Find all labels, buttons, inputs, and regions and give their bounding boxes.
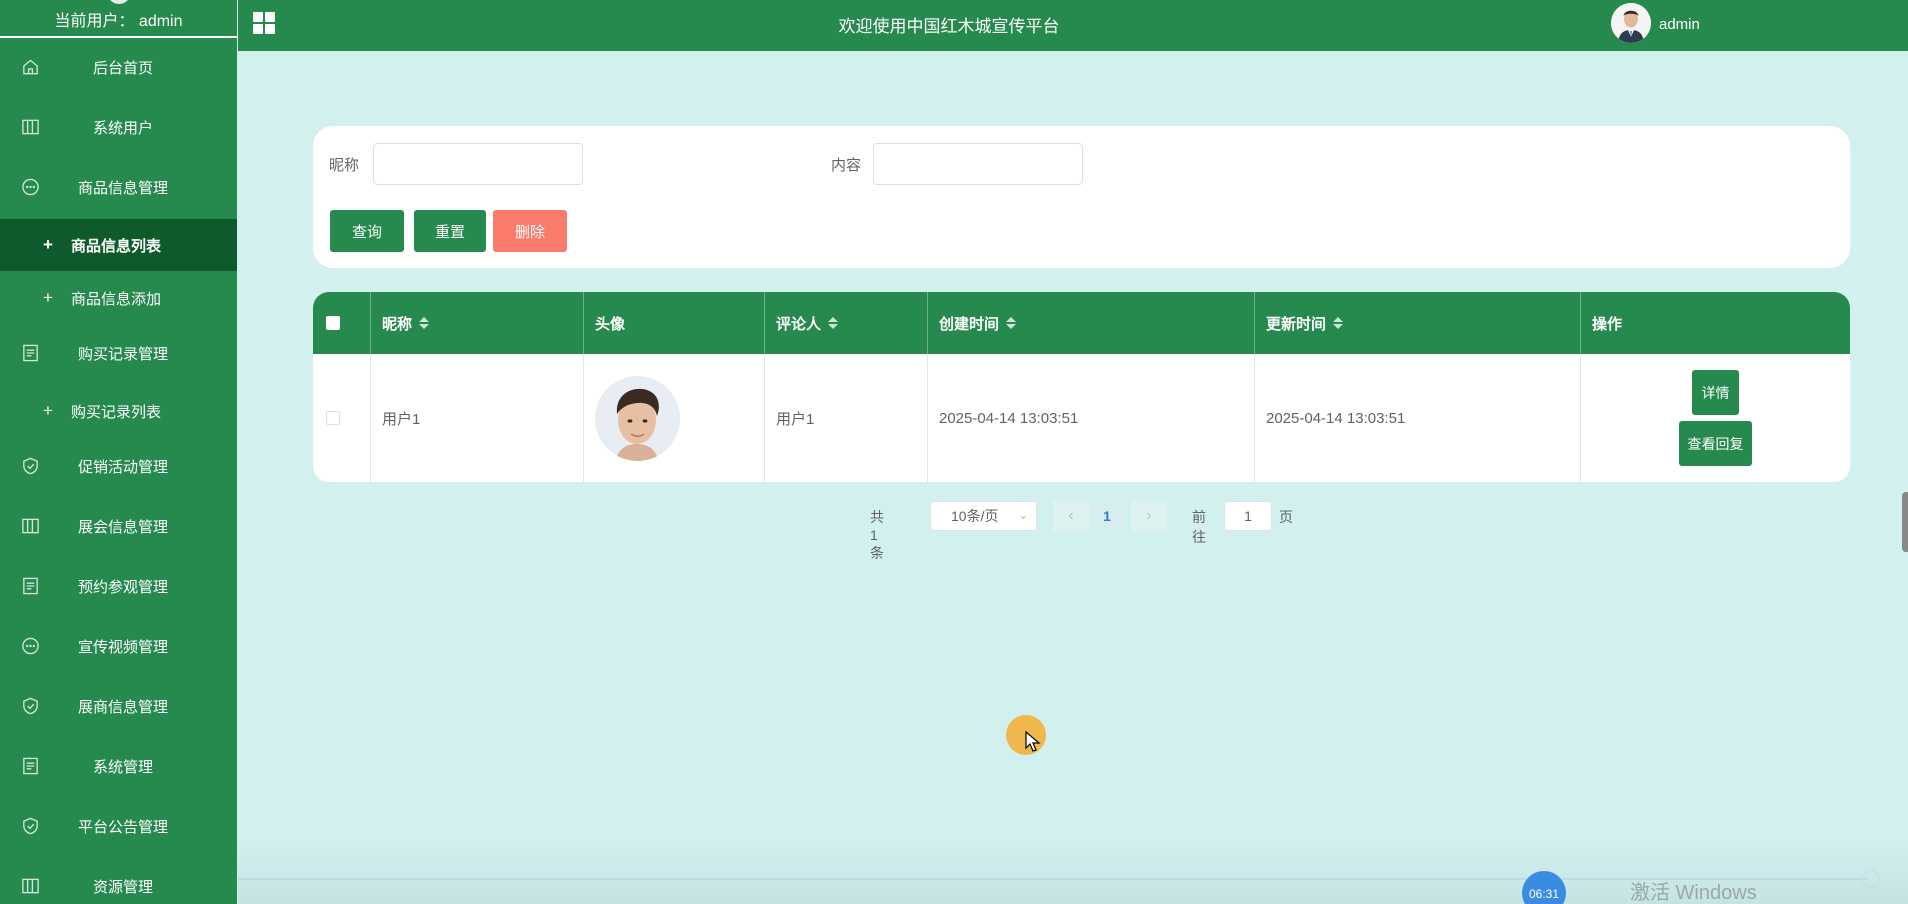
cell-commenter: 用户1 [765,354,928,482]
sidebar-item-exhibitions[interactable]: 展会信息管理 [0,498,237,554]
column-header-label: 昵称 [382,315,413,333]
query-button[interactable]: 查询 [330,210,404,252]
sidebar-item-label: 展会信息管理 [77,518,168,536]
row-checkbox[interactable] [326,411,340,425]
cell-nickname: 用户1 [371,354,584,482]
current-user: 当前用户： admin [0,0,237,38]
sidebar-item-label: 系统用户 [92,119,153,137]
cell-created: 2025-04-14 13:03:51 [928,354,1255,482]
nickname-label: 昵称 [329,157,360,174]
sort-icon[interactable] [1333,317,1344,329]
detail-button[interactable]: 详情 [1692,370,1739,415]
sidebar-item-purchase-records[interactable]: 购买记录管理 [0,325,237,381]
sort-icon[interactable] [1006,317,1017,329]
table-header: 昵称 头像 评论人 创建时间 更新时间 操作 [313,292,1850,354]
sidebar-item-promo-videos[interactable]: 宣传视频管理 [0,618,237,674]
sidebar-item-label: 促销活动管理 [77,458,168,476]
column-header-label: 创建时间 [939,315,1000,333]
column-header-created[interactable]: 创建时间 [928,292,1255,354]
column-header-label: 更新时间 [1266,315,1327,333]
plus-icon: + [43,288,53,307]
delete-button[interactable]: 删除 [493,210,567,252]
chevron-right-icon: › [1146,507,1152,524]
prev-page-button[interactable]: ‹ [1053,501,1089,531]
column-header-label: 操作 [1592,315,1623,333]
select-all-checkbox[interactable] [326,316,340,330]
header-username[interactable]: admin [1659,16,1700,33]
goto-page-input[interactable]: 1 [1224,501,1272,531]
cell-avatar [584,354,765,482]
content-input[interactable] [873,143,1083,185]
nickname-input[interactable] [373,143,583,185]
next-page-button[interactable]: › [1131,501,1167,531]
sidebar-subitem-product-list[interactable]: + 商品信息列表 [0,219,237,271]
sidebar-item-system-admin[interactable]: 系统管理 [0,738,237,794]
reset-button[interactable]: 重置 [414,210,486,252]
search-panel: 昵称 内容 查询 重置 删除 [313,126,1850,268]
sidebar-subitem-product-add[interactable]: + 商品信息添加 [0,272,237,324]
user-avatar[interactable] [1611,3,1651,43]
header-select-all-cell [313,292,371,354]
current-user-label: 当前用户： admin [54,13,183,30]
sidebar-item-label: 展商信息管理 [77,698,168,716]
circle-icon [1862,870,1880,888]
sidebar-item-label: 宣传视频管理 [77,638,168,656]
sidebar-subitem-purchase-list[interactable]: + 购买记录列表 [0,385,237,437]
sidebar-item-label: 平台公告管理 [77,818,168,836]
mouse-cursor-icon [1025,731,1041,752]
video-progress-bar[interactable] [238,878,1868,880]
goto-label: 前往 [1192,509,1206,545]
sidebar-item-announcements[interactable]: 平台公告管理 [0,798,237,854]
scrollbar-thumb[interactable] [1902,492,1908,552]
chevron-left-icon: ‹ [1068,507,1074,524]
column-header-updated[interactable]: 更新时间 [1255,292,1581,354]
avatar [595,375,680,461]
sidebar-item-visit-booking[interactable]: 预约参观管理 [0,558,237,614]
plus-icon: + [43,235,53,254]
view-replies-button[interactable]: 查看回复 [1679,421,1752,466]
table-row: 用户1 用户1 2025-04-14 13:03:51 2025-04-14 1… [313,354,1850,482]
column-header-label: 评论人 [776,315,822,333]
cell-actions: 详情 查看回复 [1581,354,1850,482]
plus-icon: + [43,401,53,420]
cell-updated: 2025-04-14 13:03:51 [1255,354,1581,482]
sidebar-subitem-label: 商品信息添加 [71,290,162,308]
chevron-down-icon: ⌄ [1018,510,1028,522]
sidebar-item-resources[interactable]: 资源管理 [0,858,237,904]
column-header-label: 头像 [595,315,626,333]
sidebar-item-exhibitors[interactable]: 展商信息管理 [0,678,237,734]
sidebar-item-label: 预约参观管理 [77,578,168,596]
page-suffix-label: 页 [1279,509,1293,525]
column-header-commenter[interactable]: 评论人 [765,292,928,354]
page-title: 欢迎使用中国红木城宣传平台 [838,17,1060,36]
user-face-icon [595,375,680,461]
sidebar-item-label: 资源管理 [92,878,153,896]
sidebar-item-label: 商品信息管理 [77,179,168,197]
page-number-current[interactable]: 1 [1089,501,1125,531]
top-header: 欢迎使用中国红木城宣传平台 admin [238,0,1908,51]
column-header-avatar: 头像 [584,292,765,354]
sidebar-item-label: 系统管理 [92,758,153,776]
user-portrait-icon [1611,3,1651,43]
sidebar-item-promotions[interactable]: 促销活动管理 [0,438,237,494]
content-label: 内容 [831,157,862,174]
sort-icon[interactable] [828,317,839,329]
page-size-select[interactable]: 10条/页 ⌄ [930,501,1037,531]
sidebar-item-product-info[interactable]: 商品信息管理 [0,159,237,215]
sort-icon[interactable] [419,317,430,329]
sidebar-item-home[interactable]: 后台首页 [0,39,237,95]
data-table: 昵称 头像 评论人 创建时间 更新时间 操作 用户1 用户1 2025-04-1… [313,292,1850,482]
row-select-cell [313,354,371,482]
sidebar-subitem-label: 商品信息列表 [71,237,162,255]
windows-activation-watermark: 激活 Windows [1630,882,1757,904]
page-size-value: 10条/页 [951,508,999,524]
sidebar-subitem-label: 购买记录列表 [71,403,162,421]
sidebar-item-label: 后台首页 [92,59,153,77]
sidebar: 当前用户： admin 后台首页 系统用户 商品信息管理 + 商品信息列表 + … [0,0,237,904]
column-header-nickname[interactable]: 昵称 [371,292,584,354]
column-header-actions: 操作 [1581,292,1850,354]
sidebar-item-label: 购买记录管理 [77,345,168,363]
sidebar-item-system-users[interactable]: 系统用户 [0,99,237,155]
pagination-total: 共 1 条 [870,509,884,561]
